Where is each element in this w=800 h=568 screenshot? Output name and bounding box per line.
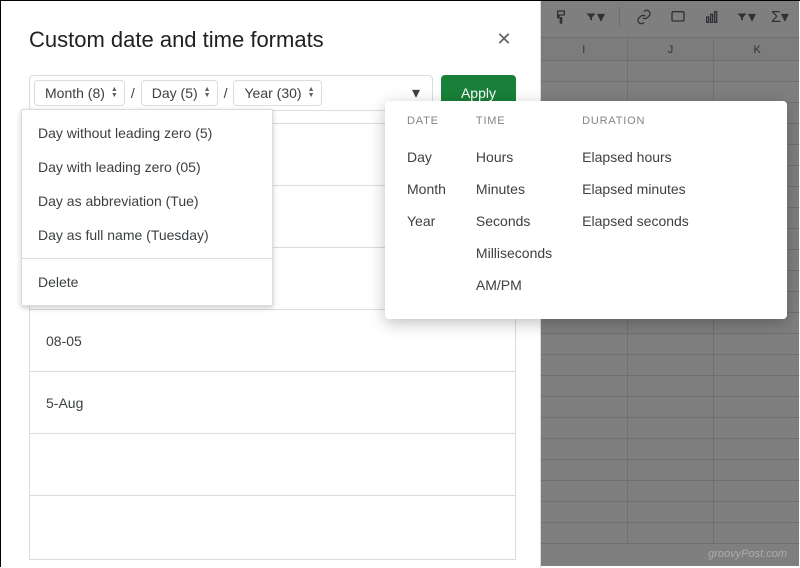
token-separator: / xyxy=(129,85,137,101)
type-item-elapsed-hours[interactable]: Elapsed hours xyxy=(582,141,689,173)
type-column-date: DATE Day Month Year xyxy=(407,115,446,301)
sort-icon: ▲▼ xyxy=(204,87,211,99)
type-header-date: DATE xyxy=(407,115,446,127)
type-item-day[interactable]: Day xyxy=(407,141,446,173)
menu-item-delete[interactable]: Delete xyxy=(22,265,272,299)
menu-item-day-full[interactable]: Day as full name (Tuesday) xyxy=(22,218,272,252)
token-label: Year (30) xyxy=(244,85,301,101)
type-header-duration: DURATION xyxy=(582,115,689,127)
sort-icon: ▲▼ xyxy=(111,87,118,99)
menu-item-day-leading-zero[interactable]: Day with leading zero (05) xyxy=(22,150,272,184)
token-month[interactable]: Month (8) ▲▼ xyxy=(34,80,125,106)
type-item-minutes[interactable]: Minutes xyxy=(476,173,552,205)
field-type-picker: DATE Day Month Year TIME Hours Minutes S… xyxy=(385,101,787,319)
watermark: groovyPost.com xyxy=(708,548,787,560)
type-header-time: TIME xyxy=(476,115,552,127)
type-column-time: TIME Hours Minutes Seconds Milliseconds … xyxy=(476,115,552,301)
token-label: Month (8) xyxy=(45,85,105,101)
type-item-elapsed-minutes[interactable]: Elapsed minutes xyxy=(582,173,689,205)
format-example-item[interactable] xyxy=(30,495,515,557)
menu-item-day-abbrev[interactable]: Day as abbreviation (Tue) xyxy=(22,184,272,218)
token-label: Day (5) xyxy=(152,85,198,101)
type-item-ampm[interactable]: AM/PM xyxy=(476,269,552,301)
type-column-duration: DURATION Elapsed hours Elapsed minutes E… xyxy=(582,115,689,301)
type-item-seconds[interactable]: Seconds xyxy=(476,205,552,237)
type-item-year[interactable]: Year xyxy=(407,205,446,237)
token-separator: / xyxy=(222,85,230,101)
format-token-input[interactable]: Month (8) ▲▼ / Day (5) ▲▼ / Year (30) ▲▼… xyxy=(29,75,433,111)
chevron-down-icon: ▾ xyxy=(412,83,420,103)
token-day[interactable]: Day (5) ▲▼ xyxy=(141,80,218,106)
type-item-elapsed-seconds[interactable]: Elapsed seconds xyxy=(582,205,689,237)
token-year[interactable]: Year (30) ▲▼ xyxy=(233,80,321,106)
format-example-item[interactable] xyxy=(30,433,515,495)
dialog-title: Custom date and time formats xyxy=(29,27,324,53)
menu-divider xyxy=(22,258,272,259)
menu-item-day-no-zero[interactable]: Day without leading zero (5) xyxy=(22,116,272,150)
type-item-hours[interactable]: Hours xyxy=(476,141,552,173)
format-example-item[interactable]: 5-Aug xyxy=(30,371,515,433)
day-format-menu: Day without leading zero (5) Day with le… xyxy=(21,109,273,306)
close-button[interactable]: ✕ xyxy=(492,27,516,51)
sort-icon: ▲▼ xyxy=(308,87,315,99)
close-icon: ✕ xyxy=(496,29,511,50)
type-item-milliseconds[interactable]: Milliseconds xyxy=(476,237,552,269)
type-item-month[interactable]: Month xyxy=(407,173,446,205)
